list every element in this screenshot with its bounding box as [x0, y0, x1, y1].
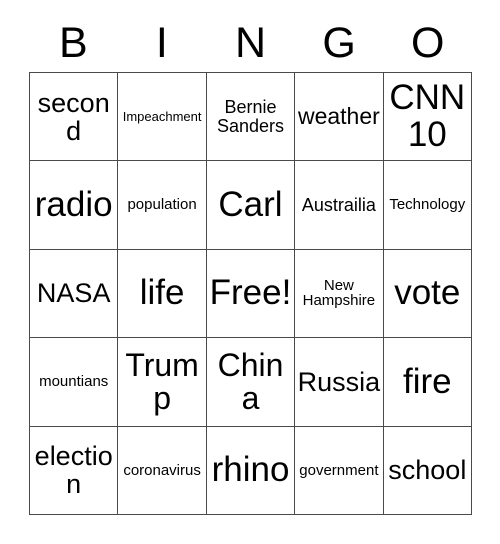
- bingo-cell[interactable]: mountians: [30, 338, 119, 427]
- bingo-cell[interactable]: vote: [383, 249, 472, 339]
- bingo-cell-label: school: [388, 455, 467, 486]
- bingo-cell[interactable]: coronavirus: [118, 426, 207, 515]
- bingo-header-letter-g: G: [322, 19, 356, 67]
- bingo-cell-label: fire: [402, 361, 452, 401]
- bingo-cell[interactable]: Austrailia: [295, 161, 384, 250]
- bingo-cell-label: New Hampshire: [302, 276, 376, 310]
- bingo-cell-label: Impeachment: [122, 108, 202, 124]
- bingo-header-letter-i: I: [155, 19, 168, 67]
- bingo-cell-label: NASA: [36, 278, 111, 309]
- bingo-cell[interactable]: NASA: [30, 249, 119, 339]
- bingo-cell-label: Austrailia: [301, 194, 376, 215]
- bingo-cell[interactable]: government: [295, 426, 384, 515]
- bingo-header-row: B I N G O: [29, 14, 472, 72]
- bingo-cell[interactable]: Impeachment: [118, 73, 207, 162]
- bingo-cell-label: CNN 10: [389, 78, 466, 154]
- bingo-cell-label: election: [34, 441, 113, 500]
- bingo-cell-label: weather: [297, 102, 380, 129]
- bingo-header-letter-n: N: [234, 19, 267, 67]
- bingo-cell[interactable]: population: [118, 161, 207, 250]
- bingo-cell[interactable]: CNN 10: [383, 73, 472, 162]
- bingo-cell[interactable]: fire: [383, 338, 472, 427]
- bingo-cell-label: mountians: [39, 373, 109, 391]
- bingo-cell[interactable]: Trump: [118, 338, 207, 427]
- bingo-cell[interactable]: Carl: [206, 161, 296, 250]
- bingo-cell-label: Free!: [209, 273, 292, 313]
- bingo-cell-label: government: [299, 461, 379, 479]
- bingo-cell-label: Carl: [218, 184, 283, 224]
- bingo-cell-label: coronavirus: [123, 461, 201, 479]
- bingo-cell[interactable]: election: [30, 426, 119, 515]
- bingo-cell-label: population: [127, 196, 197, 214]
- bingo-cell[interactable]: Free!: [206, 249, 296, 339]
- bingo-cell-label: China: [217, 346, 284, 416]
- bingo-cell[interactable]: weather: [295, 73, 384, 162]
- bingo-cell[interactable]: radio: [30, 161, 119, 250]
- bingo-cell-label: Bernie Sanders: [216, 96, 285, 136]
- bingo-cell-label: Trump: [125, 346, 199, 416]
- bingo-cell-label: life: [139, 273, 185, 313]
- bingo-header-letter-o: O: [410, 19, 445, 67]
- bingo-cell[interactable]: second: [30, 73, 119, 162]
- bingo-cell-label: vote: [394, 273, 461, 313]
- bingo-card: B I N G O second Impeachment Bernie Sander…: [0, 0, 500, 544]
- bingo-cell[interactable]: New Hampshire: [295, 249, 384, 339]
- bingo-cell[interactable]: school: [383, 426, 472, 515]
- bingo-cell[interactable]: Russia: [295, 338, 384, 427]
- bingo-cell[interactable]: life: [118, 249, 207, 339]
- bingo-cell-label: radio: [34, 184, 113, 224]
- bingo-header-letter-b: B: [58, 19, 88, 67]
- bingo-cell-label: rhino: [211, 450, 290, 490]
- bingo-grid: second Impeachment Bernie Sanders weather CN…: [29, 72, 472, 515]
- bingo-cell-label: Russia: [297, 366, 381, 397]
- bingo-cell[interactable]: China: [206, 338, 296, 427]
- bingo-cell-label: Technology: [389, 196, 466, 214]
- bingo-cell-label: second: [37, 87, 110, 146]
- bingo-cell[interactable]: rhino: [206, 426, 296, 515]
- bingo-cell[interactable]: Technology: [383, 161, 472, 250]
- bingo-cell[interactable]: Bernie Sanders: [206, 73, 296, 162]
